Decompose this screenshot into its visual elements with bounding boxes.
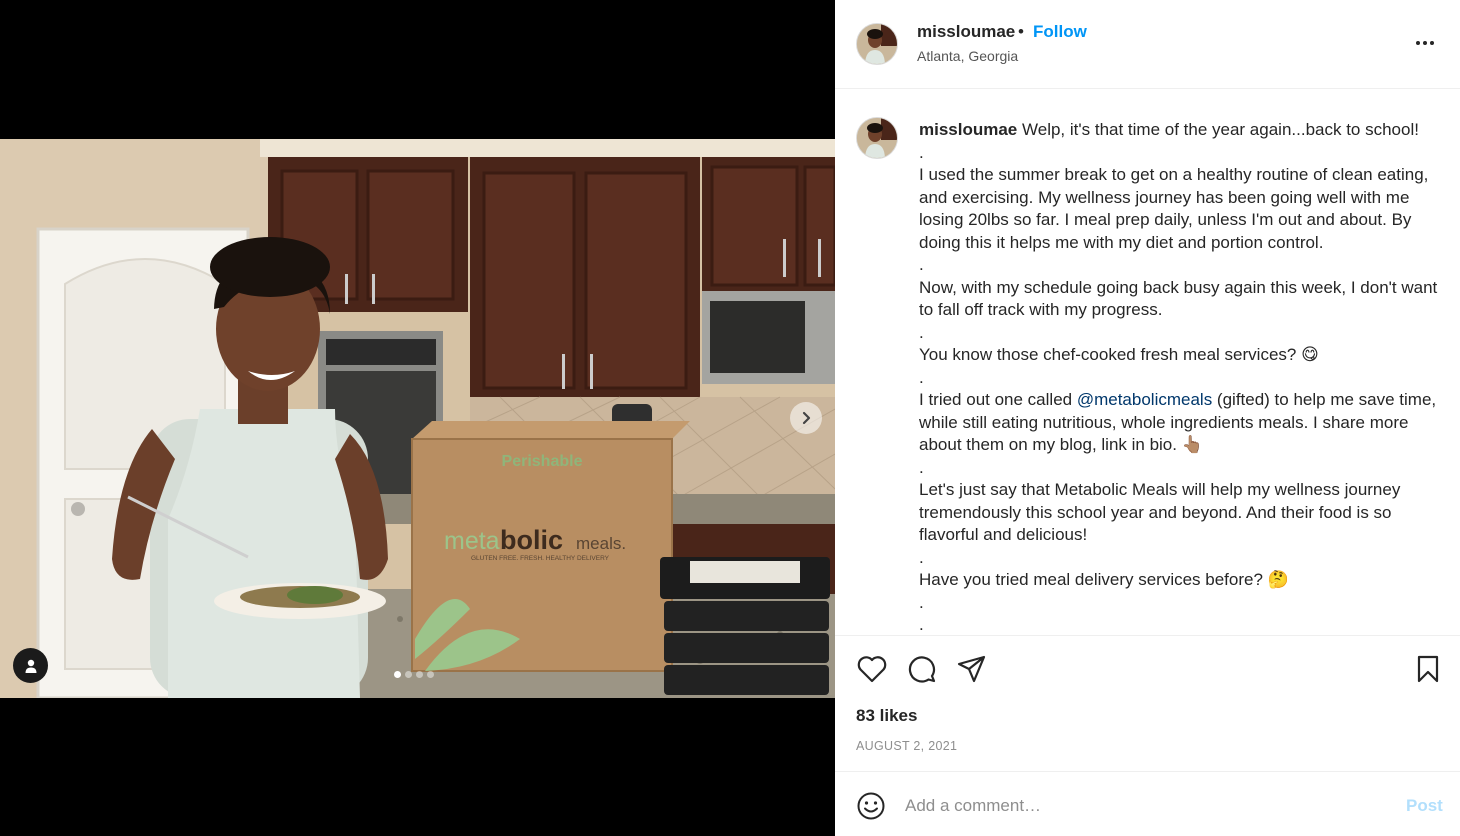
heart-icon [857, 656, 887, 683]
emoji-button[interactable] [856, 791, 886, 821]
more-horizontal-icon [1430, 41, 1434, 45]
more-horizontal-icon [1416, 41, 1420, 45]
carousel-dot [394, 671, 401, 678]
comment-input[interactable] [905, 792, 1375, 820]
box-brand-meta: meta [444, 527, 500, 555]
post-header: missloumae • Follow Atlanta, Georgia [835, 0, 1460, 89]
carousel-dot [405, 671, 412, 678]
share-icon [957, 655, 986, 683]
caption-line: Now, with my schedule going back busy ag… [919, 277, 1442, 320]
caption-line: Welp, it's that time of the year again..… [1022, 120, 1419, 139]
caption-line: Have you tried meal delivery services be… [919, 570, 1289, 589]
post-actions: 83 likes AUGUST 2, 2021 [835, 635, 1460, 771]
caption-username[interactable]: missloumae [919, 120, 1017, 139]
box-brand-meals: meals. [576, 534, 626, 553]
avatar-image [857, 118, 897, 158]
follow-button[interactable]: Follow [1033, 22, 1087, 42]
carousel-dot [416, 671, 423, 678]
box-tagline: GLUTEN FREE. FRESH. HEALTHY DELIVERY [471, 555, 610, 562]
post-photo[interactable]: Perishable meta bolic meals. GLUTEN FREE… [0, 139, 835, 698]
likes-count[interactable]: 83 likes [856, 706, 917, 726]
caption-line: . [919, 322, 924, 342]
user-tags-button[interactable] [13, 648, 48, 683]
post-comment-button[interactable]: Post [1406, 796, 1443, 816]
share-button[interactable] [956, 653, 988, 685]
avatar[interactable] [856, 117, 898, 159]
caption-line: I used the summer break to get on a heal… [919, 165, 1434, 252]
caption-text: I tried out one called [919, 390, 1077, 409]
post-location[interactable]: Atlanta, Georgia [917, 48, 1018, 64]
avatar-image [857, 24, 897, 64]
post-date[interactable]: AUGUST 2, 2021 [856, 739, 957, 753]
user-tag-icon [25, 659, 36, 673]
caption-line: Let's just say that Metabolic Meals will… [919, 480, 1406, 544]
carousel-dots [394, 671, 434, 678]
caption-line: You know those chef-cooked fresh meal se… [919, 345, 1319, 364]
avatar[interactable] [856, 23, 898, 65]
box-perishable-label: Perishable [502, 453, 583, 470]
caption-line: . [919, 255, 924, 274]
post-caption: missloumae Welp, it's that time of the y… [919, 119, 1439, 635]
save-button[interactable] [1412, 653, 1444, 685]
comment-bar: Post [835, 771, 1460, 836]
box-brand-bolic: bolic [500, 525, 563, 555]
caption-line: . [919, 547, 924, 567]
mention-link[interactable]: @metabolicmeals [1077, 390, 1212, 409]
more-options-button[interactable] [1410, 30, 1440, 56]
carousel-dot [427, 671, 434, 678]
caption-line: . [919, 367, 924, 387]
post-media: Perishable meta bolic meals. GLUTEN FREE… [0, 0, 835, 836]
header-username[interactable]: missloumae [917, 22, 1015, 42]
emoji-icon [857, 792, 885, 820]
comment-button[interactable] [906, 653, 938, 685]
next-slide-button[interactable] [790, 402, 822, 434]
caption-line: . [919, 592, 924, 612]
caption-line: . [919, 142, 924, 162]
bookmark-icon [1417, 655, 1439, 683]
chevron-right-icon [802, 411, 811, 425]
caption-line: . [919, 615, 924, 634]
header-separator: • [1018, 22, 1024, 41]
more-horizontal-icon [1423, 41, 1427, 45]
like-button[interactable] [856, 653, 888, 685]
caption-area: missloumae Welp, it's that time of the y… [835, 90, 1460, 635]
post-details-panel: missloumae • Follow Atlanta, Georgia mis… [835, 0, 1460, 836]
comment-icon [908, 656, 936, 683]
kitchen-photo: Perishable meta bolic meals. GLUTEN FREE… [0, 139, 835, 698]
caption-line: . [919, 457, 924, 477]
